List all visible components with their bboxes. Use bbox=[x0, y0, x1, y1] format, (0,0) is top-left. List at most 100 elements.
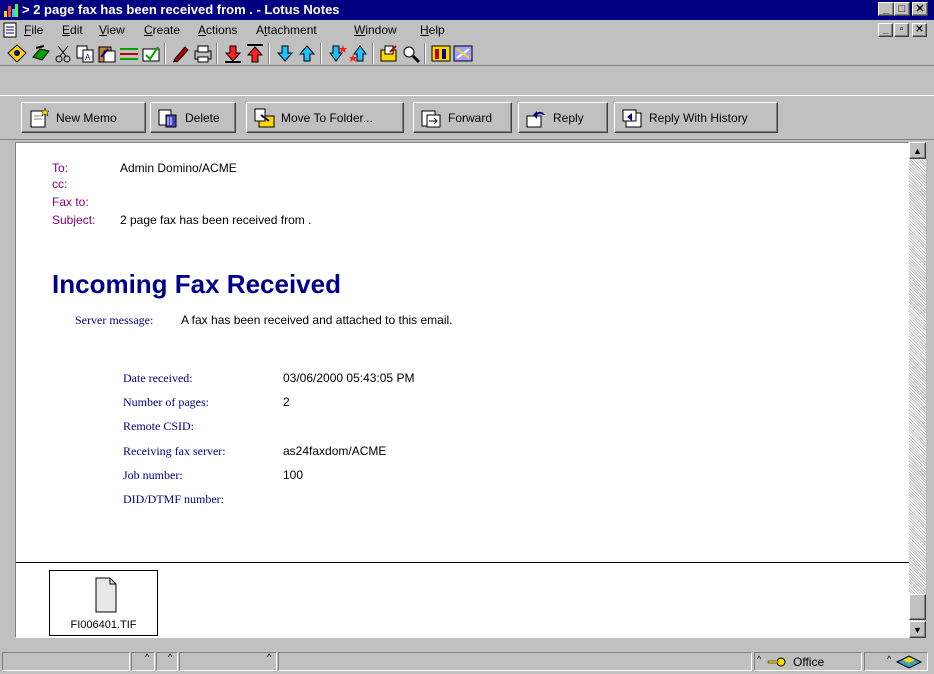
mail-status-panel[interactable]: ^ bbox=[864, 652, 928, 671]
reply-with-history-button[interactable]: Reply With History bbox=[614, 102, 778, 133]
panel-arrow-icon: ^ bbox=[145, 652, 150, 662]
scroll-down-button[interactable]: ▼ bbox=[909, 621, 926, 638]
check-mark-icon[interactable] bbox=[140, 43, 162, 64]
reply-icon bbox=[525, 107, 547, 129]
next-marked-icon[interactable] bbox=[326, 43, 348, 64]
to-label: To: bbox=[52, 161, 69, 175]
maximize-button[interactable]: □ bbox=[894, 2, 910, 16]
key-icon bbox=[767, 655, 787, 669]
toolbar-separator bbox=[320, 43, 322, 64]
to-value[interactable]: Admin Domino/ACME bbox=[120, 161, 237, 175]
move-folder-icon bbox=[253, 107, 275, 129]
search-icon[interactable] bbox=[400, 43, 422, 64]
did-dtmf-number-label: DID/DTMF number: bbox=[123, 492, 224, 506]
toolbar-separator bbox=[372, 43, 374, 64]
align-icon[interactable] bbox=[118, 43, 140, 64]
window-title-text: 2 page fax has been received from . - Lo… bbox=[33, 2, 340, 17]
shuffle-icon[interactable] bbox=[452, 43, 474, 64]
action-bar: New Memo Delete Move To Folder... Forwar… bbox=[0, 95, 934, 140]
panel-arrow-icon: ^ bbox=[887, 654, 892, 664]
number-of-pages-value: 2 bbox=[283, 395, 290, 409]
delete-icon bbox=[157, 107, 179, 129]
svg-text:A: A bbox=[85, 53, 91, 62]
scroll-thumb[interactable] bbox=[909, 594, 926, 620]
vertical-scrollbar[interactable]: ▲ ▼ bbox=[909, 142, 926, 638]
cut-icon[interactable] bbox=[52, 43, 74, 64]
forward-button[interactable]: Forward bbox=[413, 102, 512, 133]
page-title: Incoming Fax Received bbox=[52, 269, 341, 299]
reply-button[interactable]: Reply bbox=[518, 102, 608, 133]
receiving-fax-server-value: as24faxdom/ACME bbox=[283, 444, 387, 458]
mail-send-icon[interactable] bbox=[30, 43, 52, 64]
section-divider bbox=[16, 562, 910, 563]
toolbar-separator bbox=[216, 43, 218, 64]
next-unread-down-icon[interactable] bbox=[222, 43, 244, 64]
number-of-pages-label: Number of pages: bbox=[123, 395, 209, 409]
menu-attachment[interactable]: Attachment bbox=[256, 23, 317, 37]
smarticon-bar: A bbox=[0, 40, 934, 66]
location-panel[interactable]: ^ Office bbox=[754, 652, 862, 671]
copy-icon[interactable]: A bbox=[74, 43, 96, 64]
new-memo-label: New Memo bbox=[56, 110, 117, 125]
attachment-filename: FI006401.TIF bbox=[70, 619, 137, 631]
reply-label: Reply bbox=[553, 110, 584, 125]
doc-restore-button[interactable]: ▫ bbox=[894, 23, 909, 37]
forward-icon bbox=[420, 107, 442, 129]
menu-window[interactable]: Window bbox=[354, 23, 397, 37]
menu-actions[interactable]: Actions bbox=[198, 23, 237, 37]
move-to-folder-label: Move To Folder... bbox=[281, 110, 373, 125]
attachment-file[interactable]: FI006401.TIF bbox=[49, 570, 158, 636]
edit-document-icon[interactable] bbox=[170, 43, 192, 64]
date-received-value: 03/06/2000 05:43:05 PM bbox=[283, 371, 415, 385]
title-prefix-glyph: > bbox=[22, 2, 30, 17]
location-label: Office bbox=[793, 655, 825, 669]
previous-marked-icon[interactable] bbox=[348, 43, 370, 64]
toolbar-separator bbox=[164, 43, 166, 64]
new-memo-button[interactable]: New Memo bbox=[21, 102, 146, 133]
menu-view[interactable]: View bbox=[99, 23, 125, 37]
document-control-icon[interactable] bbox=[2, 22, 18, 38]
menu-help[interactable]: Help bbox=[420, 23, 445, 37]
move-to-folder-button[interactable]: Move To Folder... bbox=[246, 102, 404, 133]
job-number-label: Job number: bbox=[123, 468, 183, 482]
minimize-button[interactable]: _ bbox=[878, 2, 894, 16]
subject-label: Subject: bbox=[52, 213, 96, 227]
reply-history-icon bbox=[621, 107, 643, 129]
doc-minimize-button[interactable]: _ bbox=[878, 23, 893, 37]
server-message-label: Server message: bbox=[75, 313, 154, 327]
print-icon[interactable] bbox=[192, 43, 214, 64]
subject-value: 2 page fax has been received from . bbox=[120, 213, 312, 227]
forward-label: Forward bbox=[448, 110, 493, 125]
doc-close-button[interactable]: ✕ bbox=[912, 23, 927, 37]
scroll-up-button[interactable]: ▲ bbox=[909, 142, 926, 159]
panel-arrow-icon: ^ bbox=[757, 654, 762, 664]
menu-create[interactable]: Create bbox=[144, 23, 180, 37]
close-button[interactable]: ✕ bbox=[912, 2, 928, 16]
toolbar-separator bbox=[424, 43, 426, 64]
delete-label: Delete bbox=[185, 110, 220, 125]
remote-csid-label: Remote CSID: bbox=[123, 419, 194, 433]
previous-unread-up-icon[interactable] bbox=[244, 43, 266, 64]
paste-icon[interactable] bbox=[96, 43, 118, 64]
date-received-label: Date received: bbox=[123, 371, 193, 385]
new-memo-icon bbox=[28, 106, 50, 129]
previous-document-icon[interactable] bbox=[296, 43, 318, 64]
inbox-tray-icon bbox=[895, 654, 923, 669]
title-bar[interactable]: > 2 page fax has been received from . - … bbox=[0, 0, 934, 20]
menu-file[interactable]: File bbox=[24, 23, 43, 37]
navigator-icon[interactable] bbox=[6, 43, 28, 64]
fax-to-label: Fax to: bbox=[52, 195, 89, 209]
lotus-notes-icon[interactable] bbox=[3, 2, 19, 18]
panel-arrow-icon: ^ bbox=[168, 652, 173, 662]
next-document-icon[interactable] bbox=[274, 43, 296, 64]
status-bar: ^ ^ ^ ^ Office ^ bbox=[0, 649, 934, 674]
panel-arrow-icon: ^ bbox=[267, 652, 272, 662]
file-icon bbox=[95, 577, 117, 613]
menu-edit[interactable]: Edit bbox=[62, 23, 83, 37]
move-to-folder-icon[interactable] bbox=[378, 43, 400, 64]
categorize-icon[interactable] bbox=[430, 43, 452, 64]
delete-button[interactable]: Delete bbox=[150, 102, 236, 133]
server-message-text: A fax has been received and attached to … bbox=[181, 313, 453, 327]
window-title: > 2 page fax has been received from . - … bbox=[22, 2, 340, 17]
status-panel-4[interactable] bbox=[179, 652, 277, 671]
